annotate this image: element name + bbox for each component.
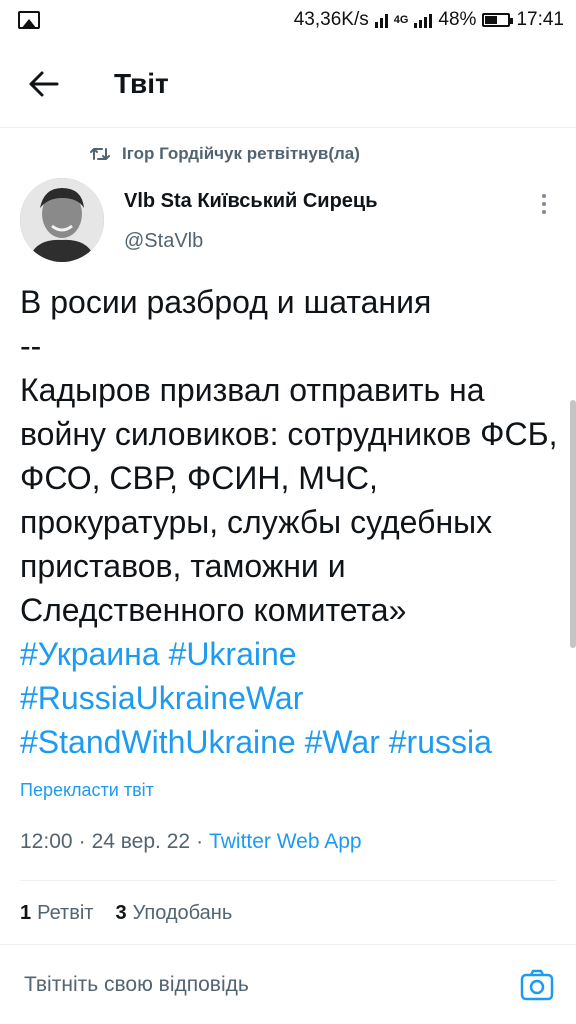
meta-separator: · bbox=[78, 830, 86, 853]
status-bar: 43,36K/s 4G 48% 17:41 bbox=[0, 0, 576, 40]
retweets-label: Ретвіт bbox=[37, 902, 94, 924]
tweet-text: В росии разброд и шатания -- Кадыров при… bbox=[20, 284, 558, 628]
retweets-count: 1 bbox=[20, 902, 32, 924]
translate-tweet-link[interactable]: Перекласти твіт bbox=[20, 780, 154, 801]
tweet-meta: 12:00 · 24 вер. 22 · Twitter Web App bbox=[20, 830, 362, 854]
hashtag-line: #RussiaUkraineWar bbox=[20, 676, 560, 720]
back-button[interactable] bbox=[16, 56, 72, 112]
hashtag-link[interactable]: #Украина bbox=[20, 636, 160, 672]
hashtag-link[interactable]: #Ukraine bbox=[169, 636, 297, 672]
reply-input[interactable] bbox=[24, 972, 484, 997]
tweet-source-app[interactable]: Twitter Web App bbox=[209, 830, 362, 854]
avatar[interactable] bbox=[20, 178, 104, 262]
hashtag-link[interactable]: #RussiaUkraineWar bbox=[20, 680, 303, 716]
tweet-date: 24 вер. 22 bbox=[91, 830, 191, 853]
avatar-photo bbox=[20, 178, 104, 262]
scrollbar[interactable] bbox=[570, 400, 576, 648]
likes-stat[interactable]: 3 Уподобань bbox=[115, 902, 232, 925]
camera-icon[interactable] bbox=[520, 968, 554, 1002]
author-name[interactable]: Vlb Sta Київський Сирець bbox=[124, 190, 378, 213]
author-handle[interactable]: @StaVlb bbox=[124, 230, 203, 253]
network-type: 4G bbox=[393, 14, 409, 26]
retweets-stat[interactable]: 1 Ретвіт bbox=[20, 902, 93, 925]
reply-bar bbox=[0, 944, 576, 1024]
meta-separator: · bbox=[196, 830, 204, 853]
hashtag-link[interactable]: #StandWithUkraine bbox=[20, 724, 296, 760]
retweet-indicator[interactable]: Ігор Гордійчук ретвітнув(ла) bbox=[90, 144, 360, 164]
signal-icon bbox=[374, 12, 388, 28]
image-notification-icon bbox=[18, 11, 40, 29]
hashtag-link[interactable]: #russia bbox=[389, 724, 492, 760]
more-dot-icon bbox=[542, 210, 546, 214]
retweet-icon bbox=[90, 148, 110, 160]
tweet-time: 12:00 bbox=[20, 830, 73, 853]
battery-icon bbox=[482, 13, 514, 27]
divider bbox=[20, 880, 556, 881]
retweet-text: Ігор Гордійчук ретвітнув(ла) bbox=[122, 144, 360, 163]
hashtag-line: #StandWithUkraine #War #russia bbox=[20, 720, 560, 764]
more-options-button[interactable] bbox=[532, 190, 556, 218]
more-dot-icon bbox=[542, 202, 546, 206]
network-speed: 43,36K/s bbox=[293, 9, 369, 30]
hashtags: #Украина #Ukraine #RussiaUkraineWar #Sta… bbox=[20, 632, 560, 764]
battery-percent: 48% bbox=[438, 9, 477, 30]
hashtag-line: #Украина #Ukraine bbox=[20, 632, 560, 676]
page-title: Твіт bbox=[114, 67, 169, 99]
likes-count: 3 bbox=[115, 902, 127, 924]
likes-label: Уподобань bbox=[132, 902, 233, 924]
clock: 17:41 bbox=[516, 9, 564, 30]
hashtag-link[interactable]: #War bbox=[305, 724, 380, 760]
signal-icon-2 bbox=[414, 12, 433, 28]
more-dot-icon bbox=[542, 194, 546, 198]
page-header: Твіт bbox=[0, 40, 576, 128]
arrow-left-icon bbox=[29, 71, 59, 96]
tweet-stats: 1 Ретвіт 3 Уподобань bbox=[20, 902, 232, 925]
